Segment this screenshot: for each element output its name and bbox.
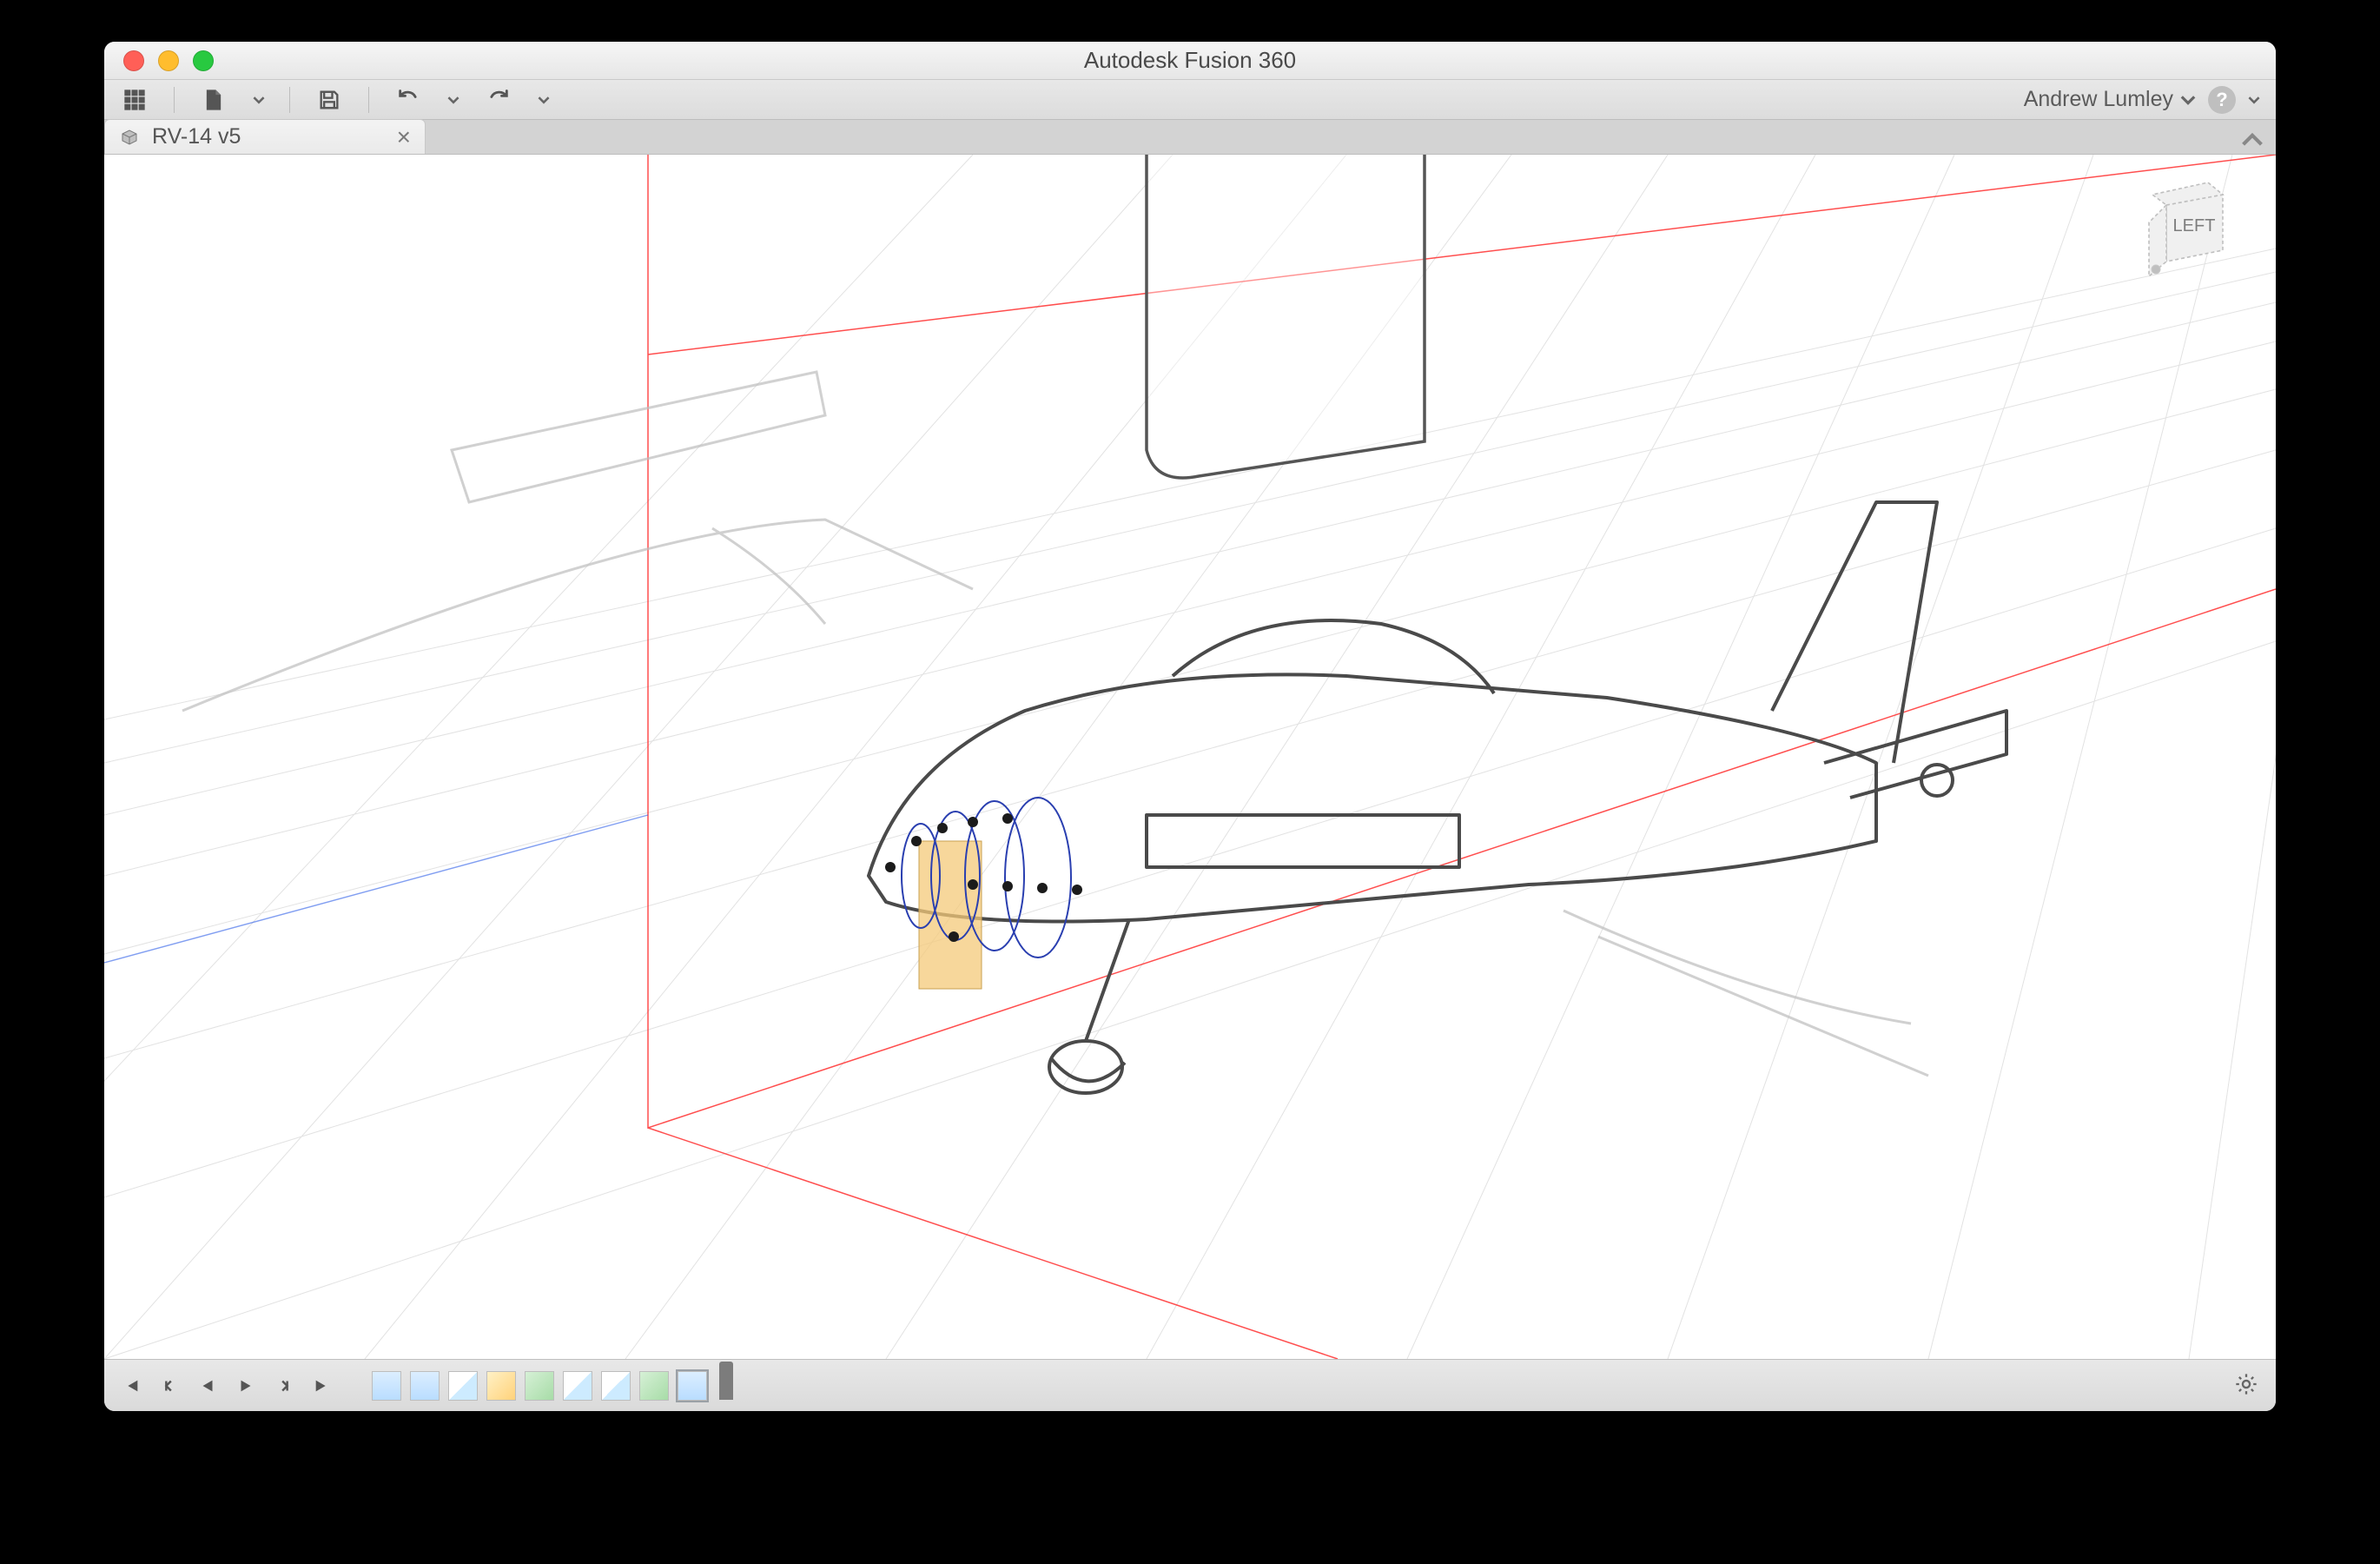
step-back-icon [160,1376,179,1395]
chevron-down-icon[interactable] [2248,94,2260,106]
file-menu-button[interactable] [199,85,228,115]
gear-icon [2234,1372,2258,1396]
active-sketch-plane[interactable] [919,841,982,989]
user-menu-button[interactable]: Andrew Lumley [2024,87,2196,112]
timeline-playhead[interactable] [719,1362,733,1400]
window-title: Autodesk Fusion 360 [104,47,2276,74]
document-tab[interactable]: RV-14 v5 × [104,119,426,154]
timeline-end-button[interactable] [307,1371,337,1401]
history-plane-1[interactable] [525,1371,554,1401]
component-icon [119,127,140,148]
undo-icon [396,88,420,112]
viewcube-face-label: LEFT [2173,216,2216,235]
skip-start-icon [122,1376,141,1395]
question-icon: ? [2216,89,2227,111]
tab-close-button[interactable]: × [397,125,411,149]
document-tabstrip: RV-14 v5 × [104,120,2276,155]
history-warning-1[interactable] [486,1371,516,1401]
chevron-down-icon[interactable] [253,94,265,106]
chevron-down-icon[interactable] [538,94,550,106]
skip-end-icon [313,1376,332,1395]
play-icon [236,1376,255,1395]
tab-label: RV-14 v5 [152,124,241,149]
timeline-step-back-button[interactable] [155,1371,184,1401]
ribbon-collapse-button[interactable] [2241,129,2264,154]
history-sketch-3[interactable] [601,1371,631,1401]
redo-icon [486,88,511,112]
user-name-label: Andrew Lumley [2024,87,2173,112]
grid-icon [122,88,147,112]
data-panel-button[interactable] [120,85,149,115]
undo-button[interactable] [393,85,423,115]
timeline-start-button[interactable] [116,1371,146,1401]
timeline-history [372,1367,733,1405]
file-icon [202,88,226,112]
redo-button[interactable] [484,85,513,115]
timeline-step-fwd-button[interactable] [269,1371,299,1401]
history-sketch-1[interactable] [448,1371,478,1401]
help-button[interactable]: ? [2208,86,2236,114]
history-canvas-1[interactable] [372,1371,401,1401]
step-forward-icon [274,1376,294,1395]
timeline-bar [104,1359,2276,1411]
timeline-settings-button[interactable] [2234,1372,2258,1399]
history-sketch-4[interactable] [678,1371,707,1401]
history-sketch-2[interactable] [563,1371,592,1401]
titlebar: Autodesk Fusion 360 [104,42,2276,80]
view-cube[interactable]: LEFT [2140,179,2244,283]
save-button[interactable] [314,85,344,115]
timeline-play-back-button[interactable] [193,1371,222,1401]
history-plane-2[interactable] [639,1371,669,1401]
chevron-down-icon[interactable] [447,94,459,106]
chevron-down-icon [2180,92,2196,108]
history-canvas-2[interactable] [410,1371,440,1401]
save-icon [317,88,341,112]
app-window: Autodesk Fusion 360 [104,42,2276,1411]
play-reverse-icon [198,1376,217,1395]
main-toolbar: Andrew Lumley ? [104,80,2276,120]
model-viewport[interactable]: LEFT [104,155,2276,1359]
timeline-play-button[interactable] [231,1371,261,1401]
